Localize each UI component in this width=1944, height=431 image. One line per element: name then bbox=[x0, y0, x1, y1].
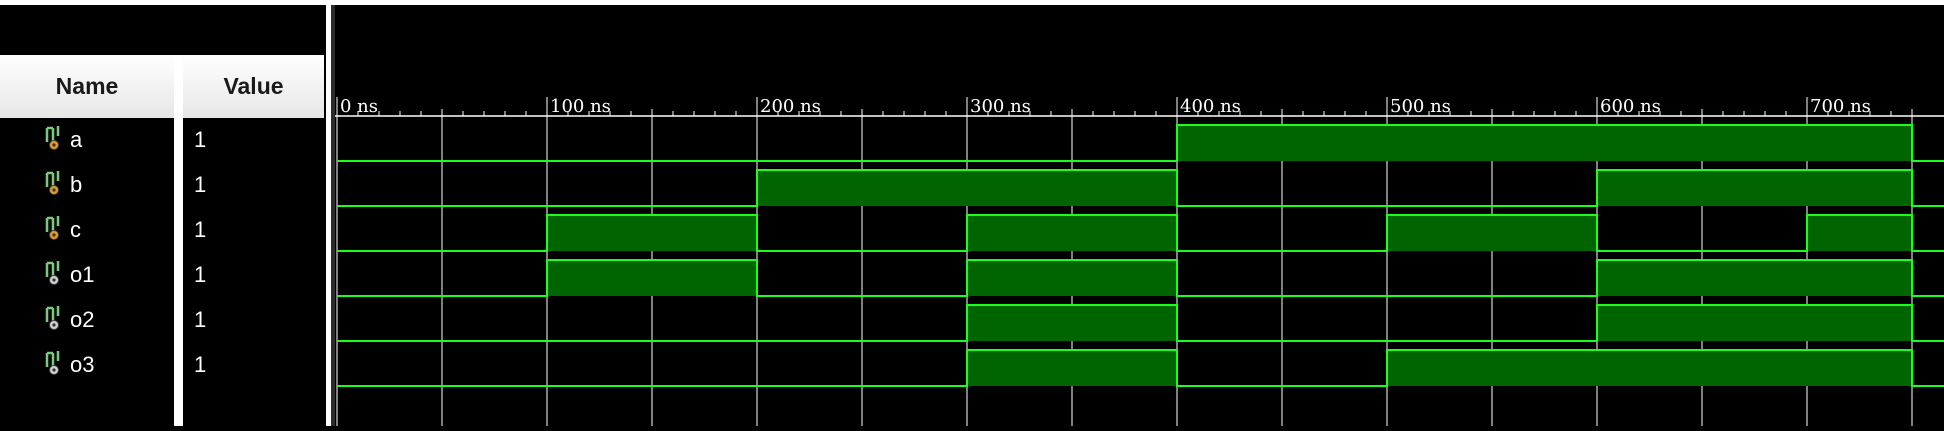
output-signal-icon bbox=[44, 304, 64, 334]
signal-value: 1 bbox=[194, 307, 207, 332]
ruler-label: 300 ns bbox=[970, 96, 1031, 117]
ruler-label: 500 ns bbox=[1390, 96, 1451, 117]
signal-value: 1 bbox=[194, 127, 207, 152]
high-segment bbox=[757, 170, 1177, 206]
ruler-label: 200 ns bbox=[760, 96, 821, 117]
high-segment bbox=[547, 215, 757, 251]
time-ruler[interactable]: 0 ns 100 ns 200 ns 300 ns 400 ns 500 ns 600 ns… bbox=[335, 96, 1944, 117]
input-signal-icon bbox=[44, 124, 64, 154]
waveform-rows bbox=[337, 124, 1944, 387]
name-column-label: Name bbox=[55, 73, 119, 99]
waveform-o1[interactable] bbox=[337, 259, 1944, 297]
output-signal-glyph bbox=[45, 261, 60, 285]
input-signal-icon bbox=[44, 214, 64, 244]
ruler-label: 0 ns bbox=[340, 96, 378, 117]
waveform-pane[interactable]: 0 ns 100 ns 200 ns 300 ns 400 ns 500 ns 600 ns… bbox=[335, 5, 1944, 426]
signal-name: o3 bbox=[70, 352, 95, 377]
signal-name: c bbox=[70, 217, 81, 242]
high-segment bbox=[967, 350, 1177, 386]
ruler-label: 600 ns bbox=[1600, 96, 1661, 117]
value-column-header[interactable]: Value bbox=[183, 55, 324, 118]
high-segment bbox=[1177, 125, 1912, 161]
input-signal-glyph bbox=[45, 126, 60, 150]
high-segment bbox=[1597, 170, 1912, 206]
input-signal-glyph bbox=[45, 171, 60, 195]
ruler-label: 700 ns bbox=[1810, 96, 1871, 117]
high-segment bbox=[1807, 215, 1912, 251]
signal-value: 1 bbox=[194, 262, 207, 287]
waveform-b[interactable] bbox=[337, 169, 1944, 207]
high-segment bbox=[1597, 305, 1912, 341]
high-segment bbox=[1387, 215, 1597, 251]
signal-row-c[interactable]: c 1 bbox=[0, 208, 326, 253]
input-signal-glyph bbox=[45, 216, 60, 240]
signal-row-a[interactable]: a 1 bbox=[0, 118, 326, 163]
waveform-o3[interactable] bbox=[337, 349, 1944, 387]
high-segment bbox=[967, 305, 1177, 341]
signal-value: 1 bbox=[194, 172, 207, 197]
value-column-label: Value bbox=[223, 73, 284, 99]
waveform-c[interactable] bbox=[337, 214, 1944, 252]
input-signal-icon bbox=[44, 169, 64, 199]
high-segment bbox=[967, 260, 1177, 296]
high-segment bbox=[1387, 350, 1912, 386]
high-segment bbox=[1597, 260, 1912, 296]
waveform-o2[interactable] bbox=[337, 304, 1944, 342]
signal-row-o3[interactable]: o3 1 bbox=[0, 343, 326, 388]
waveform-a[interactable] bbox=[337, 124, 1944, 162]
signal-value: 1 bbox=[194, 217, 207, 242]
output-signal-glyph bbox=[45, 351, 60, 375]
ruler-label: 100 ns bbox=[550, 96, 611, 117]
ruler-label: 400 ns bbox=[1180, 96, 1241, 117]
waveform-canvas[interactable]: 0 ns 100 ns 200 ns 300 ns 400 ns 500 ns 600 ns… bbox=[335, 5, 1944, 426]
signal-row-o2[interactable]: o2 1 bbox=[0, 298, 326, 343]
signal-row-b[interactable]: b 1 bbox=[0, 163, 326, 208]
signal-name: b bbox=[70, 172, 83, 197]
signal-name: o2 bbox=[70, 307, 95, 332]
output-signal-icon bbox=[44, 349, 64, 379]
high-segment bbox=[547, 260, 757, 296]
high-segment bbox=[967, 215, 1177, 251]
output-signal-icon bbox=[44, 259, 64, 289]
signal-value: 1 bbox=[194, 352, 207, 377]
signal-row-o1[interactable]: o1 1 bbox=[0, 253, 326, 298]
name-column-header[interactable]: Name bbox=[0, 55, 174, 118]
output-signal-glyph bbox=[45, 306, 60, 330]
signal-name: o1 bbox=[70, 262, 95, 287]
signal-name: a bbox=[70, 127, 83, 152]
